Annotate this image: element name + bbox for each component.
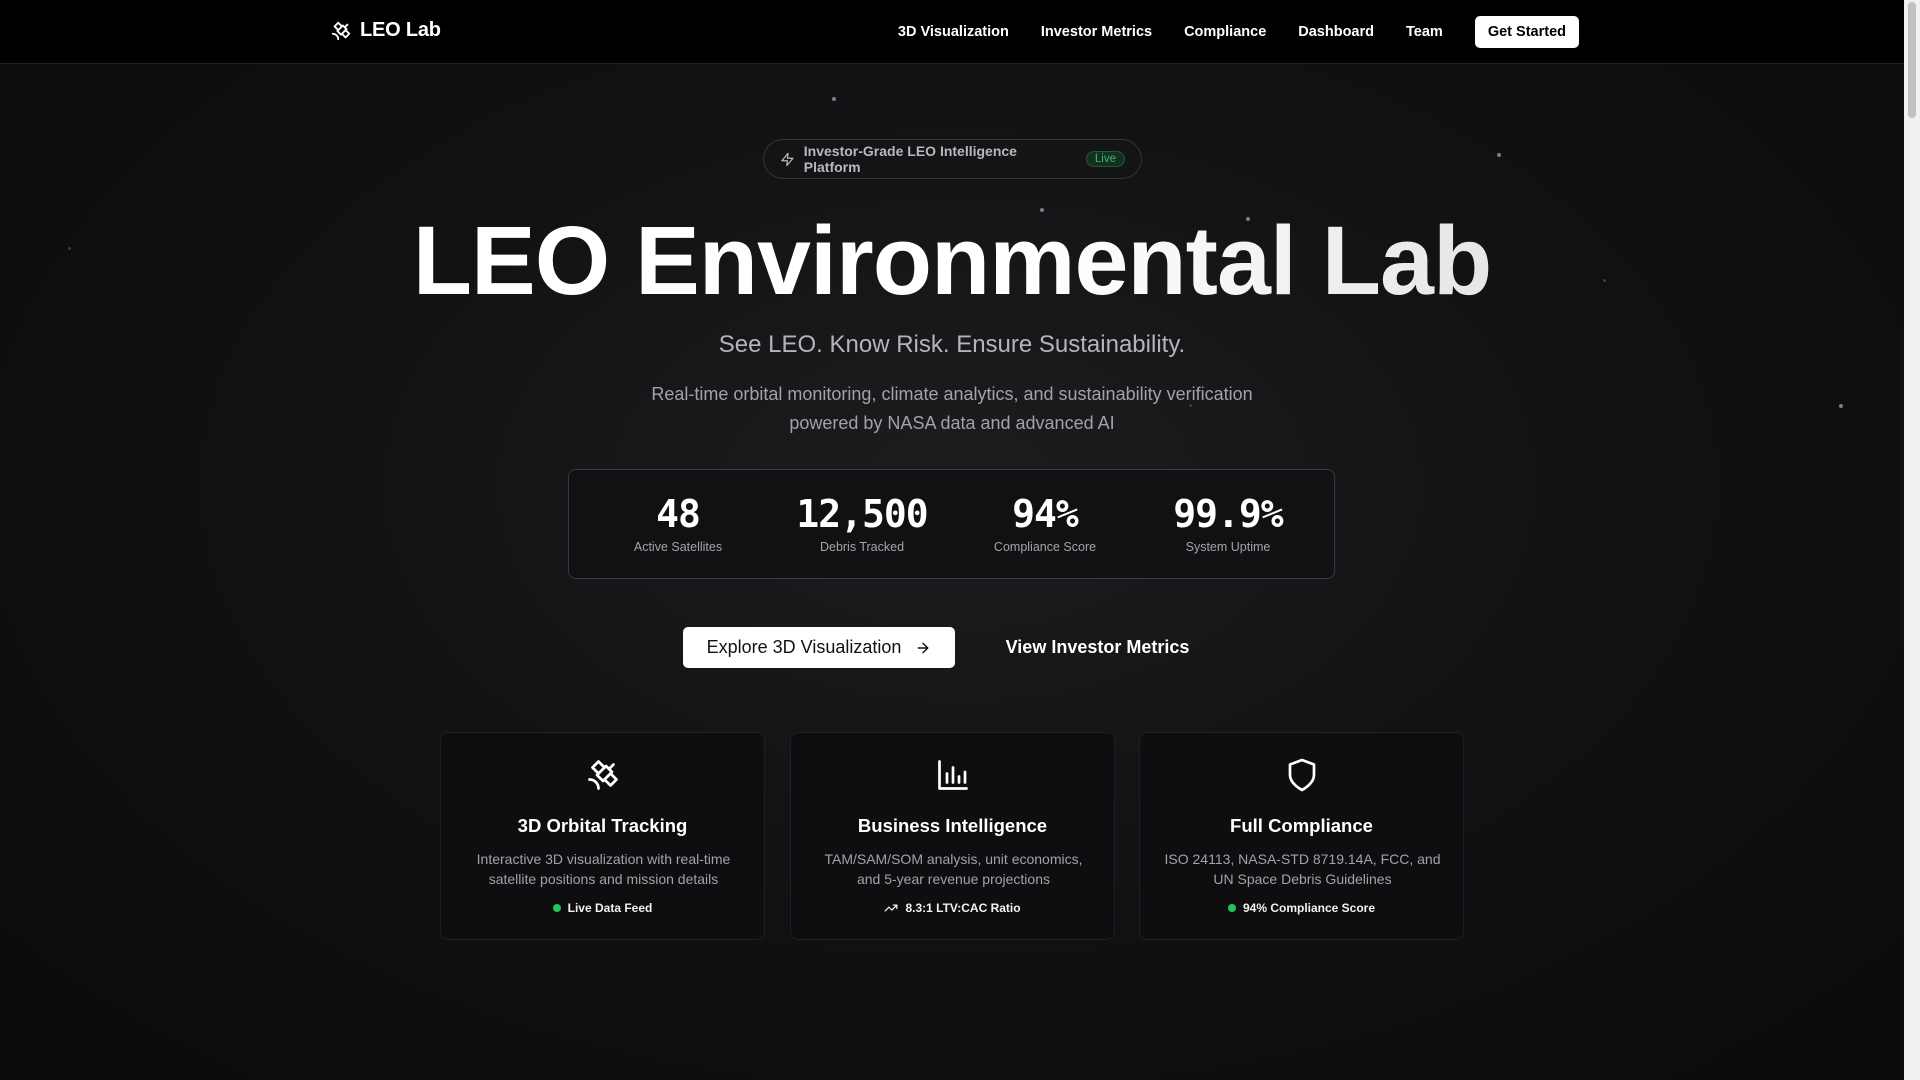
stat-compliance-score: 94% Compliance Score — [955, 492, 1135, 554]
feature-card-full-compliance[interactable]: Full Compliance ISO 24113, NASA-STD 8719… — [1139, 732, 1464, 940]
nav-link-3d-visualization[interactable]: 3D Visualization — [898, 24, 1009, 40]
card-title: 3D Orbital Tracking — [517, 815, 688, 836]
nav-link-compliance[interactable]: Compliance — [1184, 24, 1266, 40]
feature-card-orbital-tracking[interactable]: 3D Orbital Tracking Interactive 3D visua… — [440, 732, 765, 940]
card-title: Business Intelligence — [857, 815, 1048, 836]
platform-badge: Investor-Grade LEO Intelligence Platform… — [763, 139, 1142, 179]
card-footer: Live Data Feed — [441, 901, 764, 915]
stat-label: Compliance Score — [993, 540, 1097, 554]
card-description: ISO 24113, NASA-STD 8719.14A, FCC, and U… — [1164, 851, 1441, 887]
star-decoration — [1497, 153, 1501, 157]
card-title: Full Compliance — [1230, 815, 1373, 836]
nav-link-investor-metrics[interactable]: Investor Metrics — [1041, 24, 1152, 40]
nav-links: 3D Visualization Investor Metrics Compli… — [898, 16, 1579, 48]
card-footer-label: 8.3:1 LTV:CAC Ratio — [905, 901, 1021, 915]
star-decoration — [832, 97, 836, 101]
card-description: Interactive 3D visualization with real-t… — [476, 851, 731, 887]
brand-logo[interactable]: LEO Lab — [330, 19, 441, 42]
get-started-button[interactable]: Get Started — [1474, 16, 1579, 48]
explore-button-label: Explore 3D Visualization — [706, 637, 902, 657]
bar-chart-icon — [937, 760, 968, 790]
top-navbar: LEO Lab 3D Visualization Investor Metric… — [0, 0, 1904, 64]
satellite-icon — [331, 21, 351, 40]
card-footer: 94% Compliance Score — [1140, 901, 1463, 915]
stat-debris-tracked: 12,500 Debris Tracked — [772, 492, 952, 554]
lightning-icon — [781, 152, 794, 166]
live-pill: Live — [1085, 151, 1125, 167]
live-status-dot-icon — [552, 904, 561, 912]
nav-link-dashboard[interactable]: Dashboard — [1298, 24, 1374, 40]
hero-title: LEO Environmental Lab — [0, 205, 1904, 317]
badge-text: Investor-Grade LEO Intelligence Platform — [803, 143, 1017, 175]
status-dot-icon — [1227, 904, 1236, 912]
card-footer: 8.3:1 LTV:CAC Ratio — [791, 901, 1114, 915]
scrollbar-thumb[interactable] — [1908, 2, 1916, 118]
brand-name: LEO Lab — [360, 19, 441, 41]
shield-icon — [1288, 758, 1315, 792]
view-investor-metrics-button[interactable]: View Investor Metrics — [985, 627, 1210, 668]
stat-label: Active Satellites — [633, 540, 723, 554]
card-description: TAM/SAM/SOM analysis, unit economics, an… — [824, 851, 1083, 887]
stat-value: 12,500 — [796, 492, 928, 536]
satellite-icon — [587, 760, 618, 790]
stat-label: Debris Tracked — [819, 540, 905, 554]
card-icon-wrapper — [1140, 757, 1463, 793]
nav-link-team[interactable]: Team — [1406, 24, 1443, 40]
explore-3d-visualization-button[interactable]: Explore 3D Visualization — [683, 627, 955, 668]
stat-value: 94% — [1012, 492, 1079, 536]
card-footer-label: 94% Compliance Score — [1242, 901, 1376, 915]
stats-panel: 48 Active Satellites 12,500 Debris Track… — [568, 469, 1335, 579]
star-decoration — [1839, 404, 1843, 408]
stat-value: 99.9% — [1173, 492, 1283, 536]
stat-value: 48 — [656, 492, 701, 536]
arrow-right-icon — [917, 642, 929, 653]
card-icon-wrapper — [791, 757, 1114, 793]
stat-system-uptime: 99.9% System Uptime — [1138, 492, 1318, 554]
card-icon-wrapper — [441, 757, 764, 793]
stat-label: System Uptime — [1185, 540, 1271, 554]
hero-tagline: See LEO. Know Risk. Ensure Sustainabilit… — [718, 331, 1186, 358]
feature-card-business-intelligence[interactable]: Business Intelligence TAM/SAM/SOM analys… — [790, 732, 1115, 940]
card-footer-label: Live Data Feed — [567, 901, 653, 915]
trending-up-icon — [885, 904, 898, 912]
hero-description: Real-time orbital monitoring, climate an… — [651, 384, 1253, 433]
vertical-scrollbar[interactable] — [1904, 0, 1920, 1080]
stat-active-satellites: 48 Active Satellites — [588, 492, 768, 554]
